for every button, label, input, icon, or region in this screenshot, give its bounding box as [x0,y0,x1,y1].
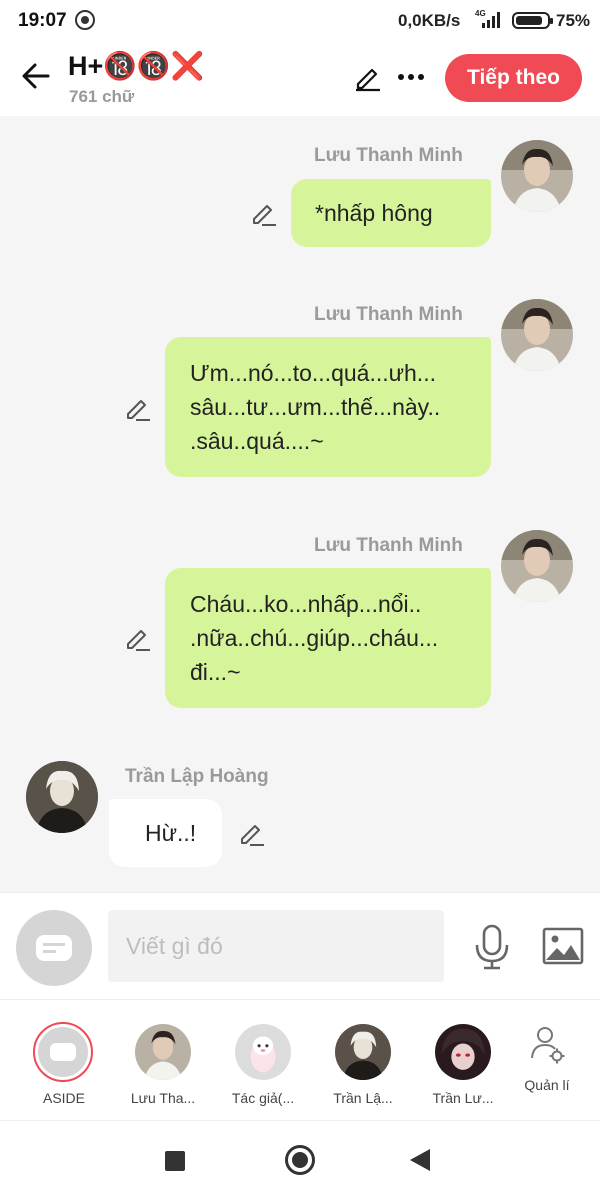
signal-icon: 4G [475,9,500,28]
message-line: .nữa..chú...giúp...cháu... [190,625,439,651]
pencil-icon[interactable] [123,394,151,422]
avatar [235,1024,291,1080]
user-settings-icon[interactable] [530,1025,566,1065]
chat-bubble-icon [36,935,72,961]
character-tran-luu[interactable]: Trần Lư... [413,1020,513,1116]
character-label: Tác giả(... [231,1090,295,1106]
chat-area[interactable]: Lưu Thanh Minh *nhấp hông Lưu Thanh Minh… [0,116,600,892]
aside-toggle-button[interactable] [16,910,92,986]
recent-apps-icon[interactable] [165,1151,185,1171]
word-count: 761 chữ [69,87,135,106]
message-bubble[interactable]: Hừ..! [109,799,222,867]
character-label: ASIDE [42,1090,85,1106]
network-type: 4G [475,9,486,18]
avatar [335,1024,391,1080]
message-line: đi...~ [190,659,241,685]
character-bar: ASIDE Lưu Tha... Tác giả(... Trần Lậ... … [0,1000,600,1120]
message-text: Hừ..! [145,820,197,846]
message-text: *nhấp hông [315,200,433,226]
network-speed: 0,0KB/s [398,11,461,30]
battery-icon [512,12,553,29]
clock-icon [75,10,95,30]
sender-name: Lưu Thanh Minh [314,535,463,556]
message-line: sâu...tư...ưm...thế...này.. [190,394,441,420]
back-arrow-icon[interactable] [18,58,54,94]
message-bubble[interactable]: Ưm...nó...to...quá...ưh... sâu...tư...ưm… [165,337,491,477]
microphone-icon[interactable] [472,923,512,971]
avatar-luu-thanh-minh[interactable] [501,530,573,602]
avatar-tran-lap-hoang[interactable] [26,761,98,833]
message-line: Cháu...ko...nhấp...nổi.. [190,591,422,617]
back-triangle-icon[interactable] [410,1149,430,1171]
pencil-icon[interactable] [237,819,265,847]
image-icon[interactable] [542,927,584,965]
pencil-icon[interactable] [249,199,277,227]
character-label: Trần Lư... [432,1090,494,1106]
character-aside[interactable]: ASIDE [14,1020,114,1116]
message-input[interactable] [108,910,444,982]
avatar [135,1024,191,1080]
message-line: .sâu..quá....~ [190,428,324,454]
character-luu-thanh-minh[interactable]: Lưu Tha... [113,1020,213,1116]
pencil-icon[interactable] [123,624,151,652]
message-line: Ưm...nó...to...quá...ưh... [190,360,436,386]
avatar [435,1024,491,1080]
message-bubble[interactable]: Cháu...ko...nhấp...nổi.. .nữa..chú...giú… [165,568,491,708]
manage-label[interactable]: Quản lí [516,1077,578,1093]
editor-header: H+🔞🔞❌ 761 chữ Tiếp theo [0,40,600,116]
character-tran-lap-hoang[interactable]: Trần Lậ... [313,1020,413,1116]
sender-name: Lưu Thanh Minh [314,145,463,166]
pencil-icon[interactable] [352,62,382,92]
character-label: Lưu Tha... [130,1090,196,1106]
status-time: 19:07 [18,10,67,31]
aside-avatar [33,1022,93,1082]
story-title: H+🔞🔞❌ [68,51,205,81]
character-label: Trần Lậ... [333,1090,393,1106]
home-icon[interactable] [285,1145,315,1175]
message-input-bar [0,892,600,1000]
avatar-luu-thanh-minh[interactable] [501,140,573,212]
status-bar: 19:07 0,0KB/s 4G 75% [0,0,600,40]
battery-percent: 75% [556,11,591,30]
chat-bubble-icon [38,1027,88,1077]
sender-name: Lưu Thanh Minh [314,304,463,325]
character-author[interactable]: Tác giả(... [213,1020,313,1116]
more-icon[interactable] [396,64,426,90]
next-button[interactable]: Tiếp theo [445,54,582,102]
message-bubble[interactable]: *nhấp hông [291,179,491,247]
sender-name: Trần Lập Hoàng [125,766,269,787]
system-nav-bar [0,1120,600,1200]
avatar-luu-thanh-minh[interactable] [501,299,573,371]
